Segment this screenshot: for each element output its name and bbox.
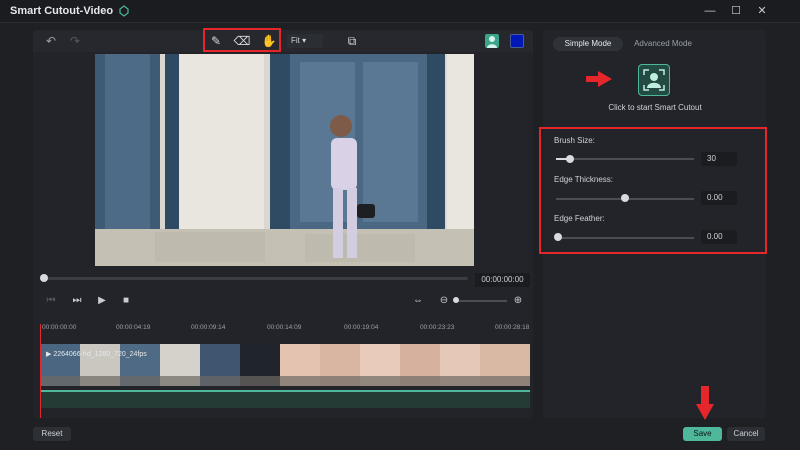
smart-cutout-start-button[interactable] — [638, 64, 670, 96]
zoom-out-icon[interactable]: ⊖ — [437, 294, 451, 308]
ruler-mark: 00:00:14:09 — [267, 324, 302, 331]
ai-badge-icon — [119, 5, 129, 17]
timeline-zoom-slider[interactable] — [457, 300, 507, 302]
window-title: Smart Cutout-Video — [10, 5, 114, 17]
edge-thickness-label: Edge Thickness: — [554, 175, 613, 184]
person-preview-toggle[interactable] — [485, 34, 499, 48]
undo-icon[interactable]: ↶ — [42, 33, 60, 49]
edge-feather-value[interactable]: 0.00 — [701, 230, 737, 244]
brush-size-slider[interactable] — [556, 158, 694, 160]
video-preview[interactable] — [95, 54, 474, 266]
tab-advanced-mode[interactable]: Advanced Mode — [628, 37, 698, 51]
annotation-arrow-down — [696, 404, 714, 420]
ruler-mark: 00:00:19:04 — [344, 324, 379, 331]
edge-thickness-knob[interactable] — [621, 194, 629, 202]
person-icon — [487, 36, 497, 48]
annotation-arrow-tail — [701, 386, 709, 406]
ruler-mark: 00:00:28:18 — [495, 324, 530, 331]
edge-thickness-value[interactable]: 0.00 — [701, 191, 737, 205]
timeline-playhead[interactable] — [40, 324, 41, 418]
audio-track[interactable] — [40, 390, 530, 408]
reset-button[interactable]: Reset — [33, 427, 71, 441]
smart-cutout-hint: Click to start Smart Cutout — [608, 103, 702, 112]
edge-feather-slider[interactable] — [556, 237, 694, 239]
cancel-button[interactable]: Cancel — [727, 427, 765, 441]
ruler-mark: 00:00:04:19 — [116, 324, 151, 331]
annotation-arrow-right — [598, 71, 612, 87]
fit-label: Fit — [291, 36, 300, 45]
preview-frame-image — [95, 54, 474, 266]
smart-cutout-window: Smart Cutout-Video — ☐ ✕ ↶ ↷ ✎ ⌫ ✋ ⧉ Fit… — [0, 0, 800, 450]
fit-timeline-icon[interactable]: ⇔ — [411, 294, 425, 308]
play-icon[interactable]: ▶ — [95, 294, 109, 308]
zoom-fit-dropdown[interactable]: Fit ▾ — [287, 34, 323, 48]
stop-icon[interactable]: ■ — [119, 294, 133, 308]
ruler-mark: 00:00:00:00 — [42, 324, 77, 331]
play-badge-icon: ▶ — [46, 351, 52, 358]
compare-icon[interactable]: ⧉ — [343, 33, 361, 49]
ruler-mark: 00:00:09:14 — [191, 324, 226, 331]
save-button[interactable]: Save — [683, 427, 722, 441]
previous-frame-icon[interactable]: ⏮ — [44, 294, 58, 308]
close-icon[interactable]: ✕ — [753, 3, 771, 19]
edge-feather-label: Edge Feather: — [554, 214, 605, 223]
timecode-display: 00:00:00:00 — [475, 273, 530, 287]
edge-feather-knob[interactable] — [554, 233, 562, 241]
playback-scrubber[interactable] — [43, 277, 468, 280]
chevron-down-icon: ▾ — [302, 36, 307, 45]
ruler-mark: 00:00:23:23 — [420, 324, 455, 331]
tool-group-highlight — [203, 28, 281, 52]
brush-size-value[interactable]: 30 — [701, 152, 737, 166]
next-frame-icon[interactable]: ⏭ — [70, 294, 84, 308]
tab-simple-mode[interactable]: Simple Mode — [553, 37, 623, 51]
clip-name: ▶ 2264066-hd_1280_720_24fps — [46, 350, 147, 358]
background-color-swatch[interactable] — [510, 34, 524, 48]
zoom-in-icon[interactable]: ⊕ — [511, 294, 525, 308]
scrubber-handle[interactable] — [40, 274, 48, 282]
clip-name-label: 2264066-hd_1280_720_24fps — [53, 351, 147, 358]
title-bar: Smart Cutout-Video — ☐ ✕ — [0, 0, 800, 23]
maximize-icon[interactable]: ☐ — [727, 3, 745, 19]
minimize-icon[interactable]: — — [701, 3, 719, 19]
preview-toolbar: ↶ ↷ ✎ ⌫ ✋ ⧉ — [33, 30, 533, 52]
person-scan-icon — [643, 69, 665, 91]
brush-size-label: Brush Size: — [554, 136, 595, 145]
timeline-zoom-knob[interactable] — [453, 297, 459, 303]
brush-size-knob[interactable] — [566, 155, 574, 163]
redo-icon[interactable]: ↷ — [66, 33, 84, 49]
